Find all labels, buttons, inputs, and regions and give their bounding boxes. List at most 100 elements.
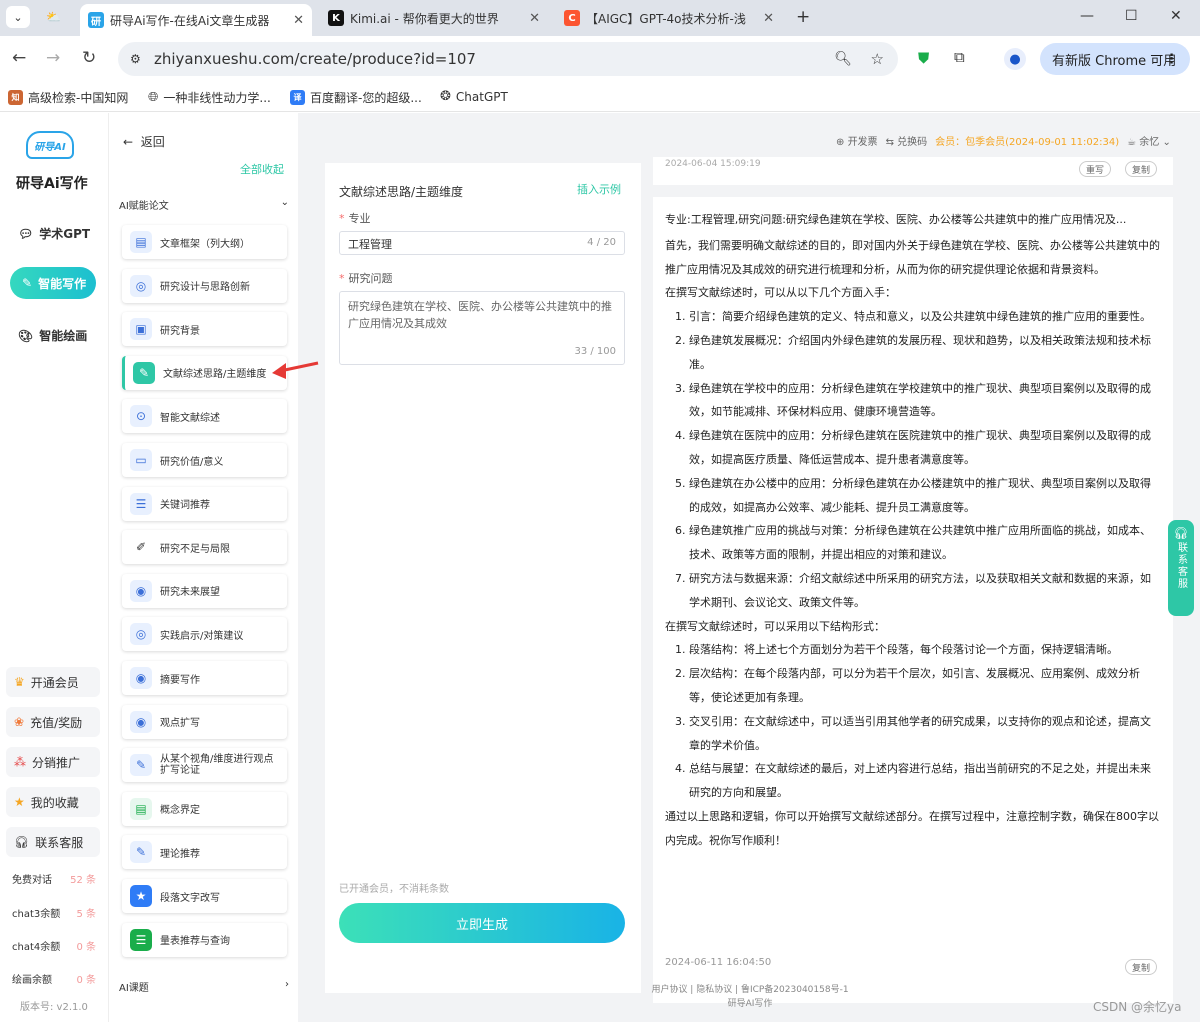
list-item: 6. 绿色建筑推广应用的挑战与对策：分析绿色建筑在公共建筑中推广应用所面临的挑战… bbox=[675, 524, 1151, 562]
function-item[interactable]: ⊙ 智能文献综述 bbox=[122, 399, 287, 434]
required-mark: * bbox=[339, 272, 345, 285]
function-label: 从某个视角/维度进行观点扩写论证 bbox=[160, 754, 274, 777]
quota-painting: 绘画余额 0 条 bbox=[12, 971, 96, 986]
maximize-icon[interactable]: ☐ bbox=[1125, 8, 1138, 24]
shield-extension-icon[interactable]: ⛊ bbox=[918, 49, 929, 67]
function-item[interactable]: ◉ 研究未来展望 bbox=[122, 573, 287, 608]
pen-icon: ✎ bbox=[22, 276, 33, 290]
recharge-button[interactable]: ❀ 充值/奖励 bbox=[6, 707, 100, 737]
bookmark-chatgpt[interactable]: ❂ ChatGPT bbox=[440, 89, 508, 104]
function-item[interactable]: ✎ 从某个视角/维度进行观点扩写论证 bbox=[122, 748, 287, 783]
url-bar[interactable]: ⚙ zhiyanxueshu.com/create/produce?id=107… bbox=[118, 42, 898, 76]
update-label: 有新版 Chrome 可用 bbox=[1052, 53, 1177, 69]
list-item: 2. 层次结构：在每个段落内部，可以分为若干个层次，如引言、发展概况、应用案例、… bbox=[675, 667, 1140, 704]
insert-example-button[interactable]: 插入示例 bbox=[577, 181, 621, 197]
function-item[interactable]: ▤ 文章框架（列大纲） bbox=[122, 225, 287, 259]
close-icon[interactable]: ✕ bbox=[293, 13, 304, 28]
site-info-icon[interactable]: ⚙ bbox=[130, 52, 141, 66]
group-ai-topic[interactable]: AI课题 › bbox=[119, 979, 289, 994]
rewrite-button[interactable]: 重写 bbox=[1079, 161, 1111, 177]
function-label: 研究未来展望 bbox=[160, 587, 220, 599]
function-item[interactable]: ◎ 实践启示/对策建议 bbox=[122, 617, 287, 652]
chevron-down-icon: ⌄ bbox=[280, 197, 289, 208]
sidebar-item-academic-gpt[interactable]: 💬︎ 学术GPT bbox=[18, 225, 90, 242]
invoice-button[interactable]: ⊕ 开发票 bbox=[836, 133, 878, 148]
sidebar-item-smart-writing[interactable]: ✎ 智能写作 bbox=[10, 267, 96, 299]
tab-yandao[interactable]: 研 研导Ai写作-在线Ai文章生成器 ✕ bbox=[80, 4, 312, 36]
expand-icon: ◉ bbox=[130, 710, 152, 733]
quota-value: 0 条 bbox=[76, 975, 96, 986]
chrome-update-button[interactable]: 有新版 Chrome 可用 ⋮ bbox=[1040, 43, 1190, 75]
bookmark-cnki[interactable]: 知 高级检索-中国知网 bbox=[8, 89, 128, 106]
function-item[interactable]: ✎ 理论推荐 bbox=[122, 835, 287, 870]
favorites-button[interactable]: ★ 我的收藏 bbox=[6, 787, 100, 817]
minimize-icon[interactable]: — bbox=[1080, 8, 1094, 24]
bookmark-star-icon[interactable]: ☆ bbox=[871, 50, 884, 68]
contact-service-button[interactable]: 🎧︎ 联系客服 bbox=[6, 827, 100, 857]
user-menu[interactable]: ☕ 余忆 ⌄ bbox=[1127, 133, 1171, 148]
quota-label: 免费对话 bbox=[12, 875, 52, 886]
tab-kimi[interactable]: K Kimi.ai - 帮你看更大的世界 ✕ bbox=[320, 4, 548, 32]
result-text: 专业:工程管理,研究问题:研究绿色建筑在学校、医院、办公楼等公共建筑中的推广应用… bbox=[665, 210, 1161, 853]
tab-search-icon[interactable]: ⌄ bbox=[6, 6, 30, 28]
avatar-icon: ☕ bbox=[1127, 137, 1137, 148]
function-item[interactable]: ▣ 研究背景 bbox=[122, 312, 287, 347]
tab-csdn[interactable]: C 【AIGC】GPT-4o技术分析-浅 ✕ bbox=[556, 4, 782, 32]
function-label: 量表推荐与查询 bbox=[160, 936, 230, 948]
question-label-text: 研究问题 bbox=[348, 272, 393, 285]
function-item[interactable]: ✐ 研究不足与局限 bbox=[122, 530, 287, 565]
more-menu-icon[interactable]: ⋮ bbox=[1165, 52, 1178, 67]
function-label: 段落文字改写 bbox=[160, 892, 220, 904]
function-item[interactable]: ◎ 研究设计与思路创新 bbox=[122, 268, 287, 303]
function-item[interactable]: ◉ 观点扩写 bbox=[122, 704, 287, 739]
bookmark-baidu-translate[interactable]: 译 百度翻译-您的超级... bbox=[290, 89, 422, 106]
function-item[interactable]: ☰ 关键词推荐 bbox=[122, 486, 287, 521]
forward-icon[interactable]: → bbox=[46, 48, 60, 68]
close-icon[interactable]: ✕ bbox=[529, 11, 540, 26]
generate-button[interactable]: 立即生成 bbox=[339, 903, 625, 943]
close-icon[interactable]: ✕ bbox=[763, 11, 774, 26]
quota-value: 0 条 bbox=[76, 942, 96, 953]
function-item[interactable]: ★ 段落文字改写 bbox=[122, 879, 287, 913]
function-item[interactable]: ▭ 研究价值/意义 bbox=[122, 443, 287, 477]
floating-service-button[interactable]: 🎧︎ 联系客服 bbox=[1168, 520, 1194, 616]
function-item[interactable]: ✎ 文献综述思路/主题维度 bbox=[122, 355, 287, 390]
background-icon: ▣ bbox=[130, 318, 152, 341]
bookmark-paper[interactable]: 🌐︎ 一种非线性动力学... bbox=[148, 89, 271, 106]
back-icon[interactable]: ← bbox=[12, 48, 26, 68]
question-textarea[interactable]: 研究绿色建筑在学校、医院、办公楼等公共建筑中的推广应用情况及其成效 33 / 1… bbox=[339, 291, 625, 365]
reload-icon[interactable]: ↻ bbox=[82, 48, 96, 68]
copy-button[interactable]: 复制 bbox=[1125, 959, 1157, 975]
open-membership-button[interactable]: ♛ 开通会员 bbox=[6, 667, 100, 697]
close-window-icon[interactable]: ✕ bbox=[1170, 8, 1182, 24]
major-input[interactable]: 工程管理 4 / 20 bbox=[339, 231, 625, 255]
footer-links[interactable]: 用户协议 | 隐私协议 | 鲁ICP备2023040158号-1 bbox=[620, 983, 880, 997]
function-item[interactable]: ☰ 量表推荐与查询 bbox=[122, 922, 287, 957]
logo-mark-text: 研导AI bbox=[34, 141, 66, 153]
back-button[interactable]: ← 返回 bbox=[123, 133, 165, 150]
function-panel: ← 返回 全部收起 AI赋能论文 ⌄ ▤ 文章框架（列大纲） ◎ 研究设计与思路创新 ▣ 研… bbox=[108, 113, 298, 1022]
profile-icon[interactable]: ● bbox=[1004, 48, 1026, 70]
sidebar-item-smart-painting[interactable]: 🎨︎ 智能绘画 bbox=[18, 327, 87, 344]
address-toolbar: ← → ↻ ⚙ zhiyanxueshu.com/create/produce?… bbox=[0, 36, 1200, 82]
new-tab-icon[interactable]: + bbox=[796, 7, 810, 27]
concept-icon: ▤ bbox=[130, 797, 152, 820]
invoice-label: 开发票 bbox=[847, 137, 878, 148]
collapse-all-button[interactable]: 全部收起 bbox=[240, 161, 284, 177]
copy-button[interactable]: 复制 bbox=[1125, 161, 1157, 177]
group-ai-paper[interactable]: AI赋能论文 ⌄ bbox=[119, 197, 289, 212]
function-item[interactable]: ◉ 摘要写作 bbox=[122, 661, 287, 695]
function-label: 文献综述思路/主题维度 bbox=[163, 369, 267, 381]
zoom-icon[interactable]: 🔍︎ bbox=[834, 51, 852, 67]
tab-group-icon[interactable]: ⛅ bbox=[46, 10, 61, 24]
extensions-icon[interactable]: ⧉ bbox=[954, 48, 965, 66]
distribution-button[interactable]: ⁂ 分销推广 bbox=[6, 747, 100, 777]
footer-brand: 研导AI写作 bbox=[727, 999, 773, 1009]
function-item[interactable]: ▤ 概念界定 bbox=[122, 791, 287, 826]
pencil-icon: ✐ bbox=[130, 536, 152, 559]
major-label: * 专业 bbox=[339, 210, 371, 226]
redeem-button[interactable]: ⇆ 兑换码 bbox=[886, 133, 928, 148]
translate-favicon-icon: 译 bbox=[290, 90, 305, 105]
function-label: 理论推荐 bbox=[160, 848, 200, 860]
vip-status: 会员：包季会员(2024-09-01 11:02:34) bbox=[935, 137, 1120, 148]
